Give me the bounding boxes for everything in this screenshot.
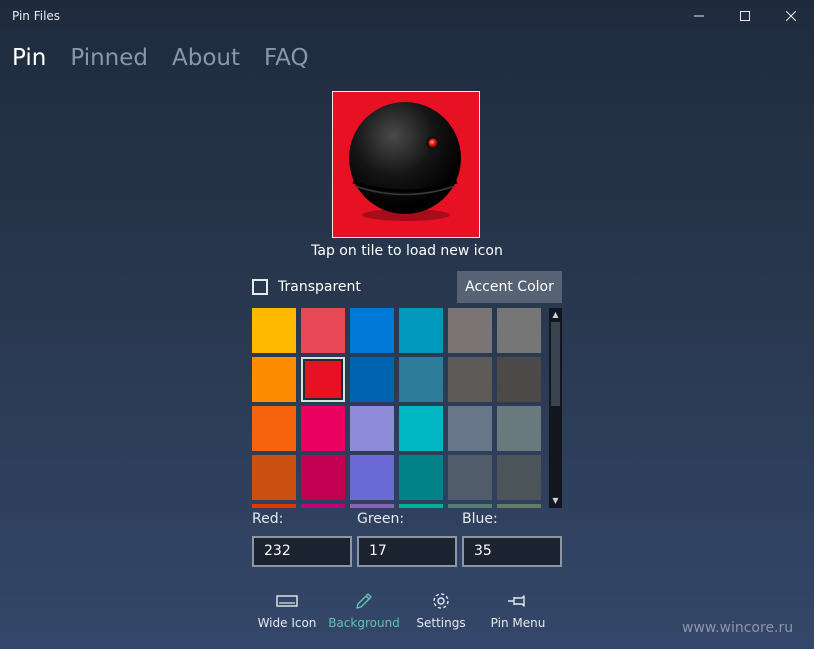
scroll-up-icon[interactable]: ▲ <box>549 309 562 321</box>
transparent-checkbox[interactable]: Transparent <box>252 277 361 297</box>
background-label: Background <box>328 616 400 630</box>
window-title: Pin Files <box>12 9 61 23</box>
tab-faq[interactable]: FAQ <box>264 40 309 76</box>
color-swatch[interactable] <box>301 308 345 353</box>
color-swatch[interactable] <box>350 308 394 353</box>
transparent-label: Transparent <box>278 279 361 295</box>
tab-pin[interactable]: Pin <box>12 40 46 76</box>
color-swatch[interactable] <box>399 504 443 508</box>
blue-input[interactable]: 35 <box>462 536 562 567</box>
color-swatch[interactable] <box>448 308 492 353</box>
settings-button[interactable]: Settings <box>403 590 479 634</box>
color-swatch[interactable] <box>301 406 345 451</box>
color-swatch[interactable] <box>399 357 443 402</box>
color-swatch[interactable] <box>350 504 394 508</box>
color-swatch[interactable] <box>252 455 296 500</box>
color-swatch[interactable] <box>252 504 296 508</box>
tab-pinned[interactable]: Pinned <box>70 40 148 76</box>
tab-about[interactable]: About <box>172 40 240 76</box>
minimize-icon <box>694 15 704 17</box>
color-swatch[interactable] <box>301 357 345 402</box>
color-swatch[interactable] <box>448 357 492 402</box>
color-swatch[interactable] <box>350 455 394 500</box>
color-swatch[interactable] <box>399 308 443 353</box>
pencil-icon <box>356 593 372 609</box>
color-swatch[interactable] <box>497 357 541 402</box>
maximize-icon <box>740 11 750 21</box>
background-button[interactable]: Background <box>326 590 402 634</box>
watermark: www.wincore.ru <box>682 620 794 636</box>
pin-icon <box>508 595 525 607</box>
wide-icon-button[interactable]: Wide Icon <box>249 590 325 634</box>
color-swatch[interactable] <box>252 406 296 451</box>
color-swatch[interactable] <box>399 455 443 500</box>
accent-color-button[interactable]: Accent Color <box>457 271 562 303</box>
color-swatch[interactable] <box>448 406 492 451</box>
color-swatch[interactable] <box>252 357 296 402</box>
color-swatch[interactable] <box>497 455 541 500</box>
red-label: Red: <box>252 511 284 527</box>
color-swatch[interactable] <box>497 504 541 508</box>
color-swatch[interactable] <box>252 308 296 353</box>
color-swatch[interactable] <box>350 406 394 451</box>
wide-icon-label: Wide Icon <box>257 616 317 630</box>
settings-label: Settings <box>416 616 466 630</box>
color-swatch[interactable] <box>497 406 541 451</box>
color-swatch[interactable] <box>399 406 443 451</box>
color-swatch[interactable] <box>448 504 492 508</box>
red-input[interactable]: 232 <box>252 536 352 567</box>
nav-tabs: Pin Pinned About FAQ <box>0 40 321 76</box>
title-bar: Pin Files <box>0 0 814 32</box>
pin-menu-label: Pin Menu <box>490 616 546 630</box>
wide-tile-icon <box>276 595 298 607</box>
pin-menu-button[interactable]: Pin Menu <box>480 590 556 634</box>
color-swatch[interactable] <box>301 455 345 500</box>
green-input[interactable]: 17 <box>357 536 457 567</box>
close-button[interactable] <box>768 0 814 32</box>
color-palette <box>252 308 550 508</box>
minimize-button[interactable] <box>676 0 722 32</box>
palette-scrollbar[interactable]: ▲ ▼ <box>549 308 562 508</box>
tile-hint: Tap on tile to load new icon <box>311 243 503 259</box>
scroll-down-icon[interactable]: ▼ <box>549 495 562 507</box>
color-swatch[interactable] <box>350 357 394 402</box>
blue-label: Blue: <box>462 511 498 527</box>
green-label: Green: <box>357 511 405 527</box>
tile-preview[interactable] <box>332 91 480 238</box>
color-swatch[interactable] <box>497 308 541 353</box>
black-sphere-icon <box>349 102 461 221</box>
color-swatch[interactable] <box>301 504 345 508</box>
scroll-thumb[interactable] <box>551 322 560 406</box>
close-icon <box>786 11 796 21</box>
maximize-button[interactable] <box>722 0 768 32</box>
checkbox-box[interactable] <box>252 279 268 295</box>
color-swatch[interactable] <box>448 455 492 500</box>
gear-icon <box>433 593 449 609</box>
